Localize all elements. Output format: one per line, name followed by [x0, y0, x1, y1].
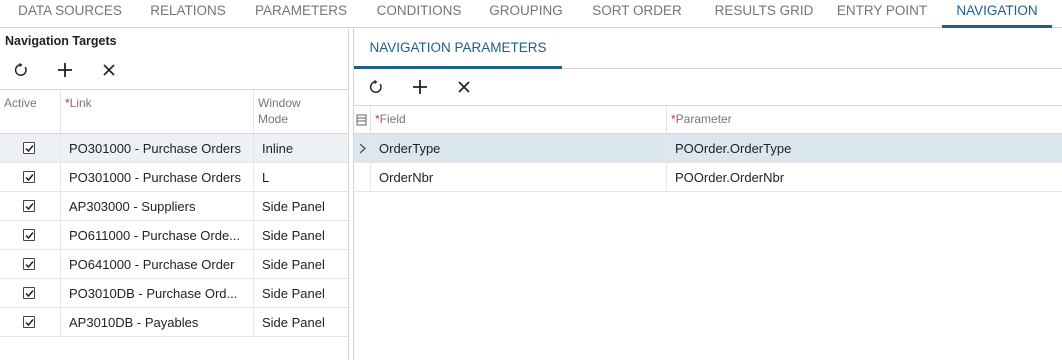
column-header-window-mode-label: Window Mode — [258, 96, 301, 126]
link-cell[interactable]: AP303000 - Suppliers — [60, 192, 253, 221]
targets-grid-header: Active *Link Window Mode — [0, 89, 348, 134]
sub-tab-bar: NAVIGATION PARAMETERS — [354, 28, 1062, 69]
row-selector[interactable] — [354, 134, 370, 163]
column-header-parameter-label: Parameter — [675, 112, 732, 126]
column-header-link-label: Link — [69, 96, 92, 110]
active-cell — [0, 192, 60, 221]
column-settings-icon[interactable] — [354, 106, 370, 133]
link-cell[interactable]: PO641000 - Purchase Order — [60, 250, 253, 279]
add-button[interactable] — [54, 59, 76, 81]
active-checkbox[interactable] — [23, 200, 35, 212]
link-cell[interactable]: PO301000 - Purchase Orders — [60, 163, 253, 192]
tab-navigation-parameters[interactable]: NAVIGATION PARAMETERS — [354, 28, 562, 69]
table-row[interactable]: PO301000 - Purchase Orders L — [0, 163, 348, 192]
add-button[interactable] — [409, 76, 431, 98]
refresh-button[interactable] — [10, 59, 32, 81]
active-cell — [0, 134, 60, 163]
delete-icon — [103, 64, 115, 76]
window-mode-cell[interactable]: Side Panel — [253, 221, 349, 250]
window-mode-cell[interactable]: Side Panel — [253, 250, 349, 279]
tab-data-sources[interactable]: DATA SOURCES — [8, 0, 132, 28]
parameter-cell[interactable]: POOrder.OrderType — [666, 134, 1062, 163]
link-cell[interactable]: PO611000 - Purchase Orde... — [60, 221, 253, 250]
window-mode-cell[interactable]: Inline — [253, 134, 349, 163]
window-mode-cell[interactable]: Side Panel — [253, 308, 349, 337]
window-mode-cell[interactable]: Side Panel — [253, 192, 349, 221]
active-cell — [0, 250, 60, 279]
checkmark-icon — [25, 174, 34, 182]
tab-parameters[interactable]: PARAMETERS — [245, 0, 357, 28]
link-cell[interactable]: PO3010DB - Purchase Ord... — [60, 279, 253, 308]
tab-relations[interactable]: RELATIONS — [140, 0, 236, 28]
add-icon — [413, 80, 427, 94]
table-row[interactable]: AP3010DB - Payables Side Panel — [0, 308, 348, 337]
checkmark-icon — [25, 232, 34, 240]
navigation-targets-panel: Navigation Targets Active *Link Window M… — [0, 28, 349, 360]
column-header-field-label: Field — [379, 112, 406, 126]
parameters-grid-header: *Field *Parameter — [354, 105, 1062, 134]
field-cell[interactable]: OrderNbr — [370, 163, 666, 192]
checkmark-icon — [25, 290, 34, 298]
active-cell — [0, 308, 60, 337]
link-cell[interactable]: PO301000 - Purchase Orders — [60, 134, 253, 163]
active-cell — [0, 221, 60, 250]
table-row[interactable]: OrderNbr POOrder.OrderNbr — [354, 163, 1062, 192]
panel-title: Navigation Targets — [5, 34, 117, 48]
row-selector[interactable] — [354, 163, 370, 192]
main-tab-bar: DATA SOURCES RELATIONS PARAMETERS CONDIT… — [0, 0, 1062, 28]
refresh-icon — [369, 79, 382, 93]
tab-sort-order[interactable]: SORT ORDER — [583, 0, 691, 28]
field-cell[interactable]: OrderType — [370, 134, 666, 163]
column-header-parameter[interactable]: *Parameter — [666, 106, 1062, 133]
active-checkbox[interactable] — [23, 287, 35, 299]
table-row[interactable]: PO641000 - Purchase Order Side Panel — [0, 250, 348, 279]
tab-grouping[interactable]: GROUPING — [481, 0, 571, 28]
tab-conditions[interactable]: CONDITIONS — [366, 0, 472, 28]
add-icon — [58, 63, 72, 77]
active-cell — [0, 163, 60, 192]
tab-navigation[interactable]: NAVIGATION — [942, 0, 1052, 28]
column-header-link[interactable]: *Link — [60, 90, 253, 133]
chevron-right-icon — [359, 143, 366, 154]
column-header-active[interactable]: Active — [0, 90, 60, 133]
link-cell[interactable]: AP3010DB - Payables — [60, 308, 253, 337]
table-row[interactable]: PO611000 - Purchase Orde... Side Panel — [0, 221, 348, 250]
refresh-button[interactable] — [365, 76, 387, 98]
tab-entry-point[interactable]: ENTRY POINT — [830, 0, 934, 28]
column-header-window-mode[interactable]: Window Mode — [253, 90, 349, 133]
active-cell — [0, 279, 60, 308]
delete-icon — [458, 81, 470, 93]
active-checkbox[interactable] — [23, 258, 35, 270]
navigation-parameters-panel: NAVIGATION PARAMETERS *Field *Parameter … — [353, 28, 1062, 360]
table-row[interactable]: PO301000 - Purchase Orders Inline — [0, 134, 348, 163]
table-row[interactable]: AP303000 - Suppliers Side Panel — [0, 192, 348, 221]
parameter-cell[interactable]: POOrder.OrderNbr — [666, 163, 1062, 192]
checkmark-icon — [25, 145, 34, 153]
checkmark-icon — [25, 203, 34, 211]
table-row[interactable]: OrderType POOrder.OrderType — [354, 134, 1062, 163]
active-checkbox[interactable] — [23, 316, 35, 328]
active-checkbox[interactable] — [23, 142, 35, 154]
checkmark-icon — [25, 319, 34, 327]
column-header-field[interactable]: *Field — [370, 106, 666, 133]
delete-button[interactable] — [98, 59, 120, 81]
window-mode-cell[interactable]: L — [253, 163, 349, 192]
active-checkbox[interactable] — [23, 171, 35, 183]
checkmark-icon — [25, 261, 34, 269]
window-mode-cell[interactable]: Side Panel — [253, 279, 349, 308]
active-checkbox[interactable] — [23, 229, 35, 241]
refresh-icon — [14, 62, 27, 76]
table-row[interactable]: PO3010DB - Purchase Ord... Side Panel — [0, 279, 348, 308]
tab-results-grid[interactable]: RESULTS GRID — [701, 0, 827, 28]
delete-button[interactable] — [453, 76, 475, 98]
